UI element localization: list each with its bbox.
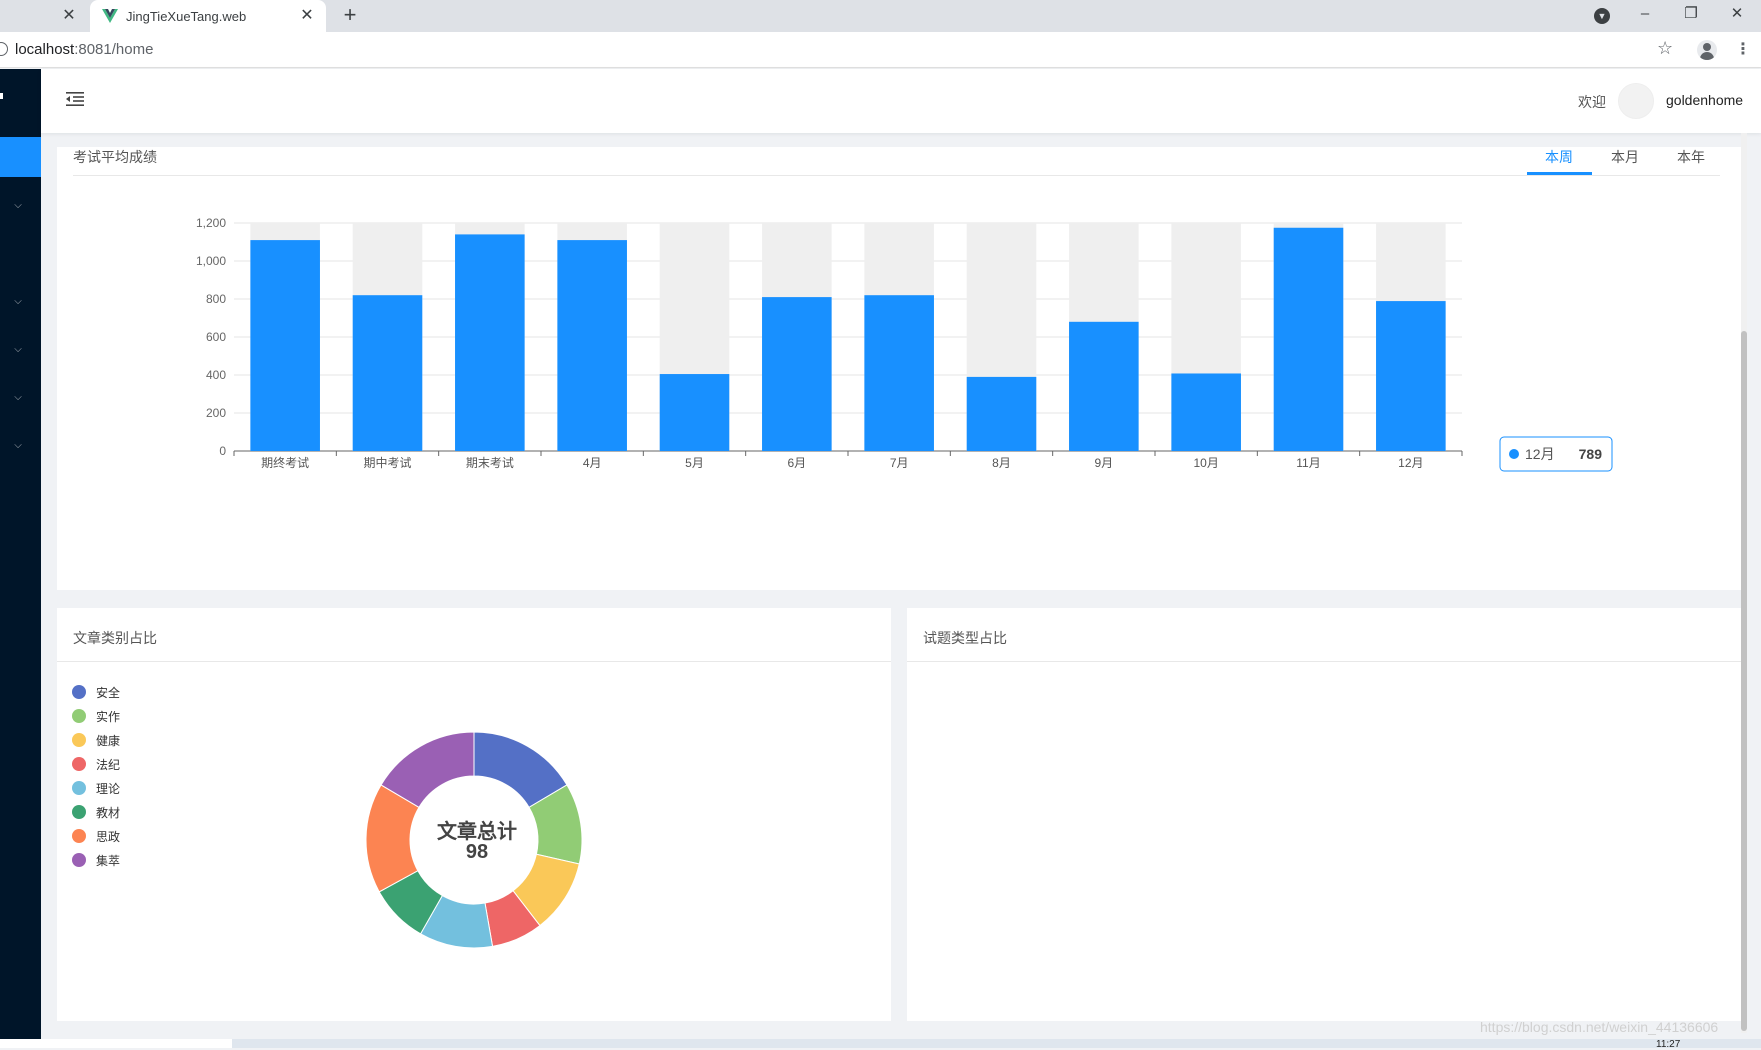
exam-average-bar-chart: 0 200 400 600 800 1,000 1,200 期终考试 期中考试 期末考试 4月 5月 6… [196,216,1613,472]
x-tick-label: 9月 [1094,456,1113,470]
url-field[interactable]: localhost:8081/home [15,41,153,58]
taskbar-search[interactable] [0,1039,232,1048]
browser-menu-icon[interactable]: ⋮ [1735,39,1751,59]
menu-fold-icon[interactable] [66,91,84,107]
chevron-down-icon[interactable]: ⌵ [11,343,25,357]
tooltip-label: 12月 [1525,446,1555,462]
browser-tab-previous[interactable]: ✕ [0,0,88,32]
bar [659,374,730,451]
taskbar-clock: 11:27 [1656,1039,1681,1050]
minimize-button[interactable]: – [1622,0,1668,30]
exam-average-card: 考试平均成绩 本周 本月 本年 0 200 400 600 800 1,000 1,200 期… [57,147,1745,590]
bar [352,295,423,451]
x-tick-label: 11月 [1296,456,1320,470]
bar [1171,373,1241,451]
address-bar: localhost:8081/home ☆ ⋮ [0,32,1761,68]
y-tick-label: 600 [206,330,226,344]
close-tab-icon[interactable]: ✕ [298,7,316,25]
tooltip-value: 789 [1579,446,1603,462]
sidebar: ⌵ ⌵ ⌵ ⌵ ⌵ [0,69,41,1039]
x-tick-label: 4月 [583,456,602,470]
x-tick-label: 期中考试 [363,455,411,470]
chevron-down-icon[interactable]: ⌵ [11,439,25,453]
y-tick-label: 1,200 [196,216,226,230]
x-tick-label: 8月 [992,456,1011,470]
username[interactable]: goldenhome [1666,92,1743,108]
new-tab-button[interactable]: + [338,4,362,28]
restore-button[interactable]: ❐ [1668,0,1714,30]
url-host: localhost [15,41,75,58]
tooltip-dot [1509,449,1519,459]
x-tick-label: 6月 [787,456,806,470]
bar [762,297,832,451]
welcome-text: 欢迎 [1578,94,1606,110]
avatar[interactable] [1618,83,1654,119]
y-tick-label: 1,000 [196,254,226,268]
browser-tab-title: JingTieXueTang.web [126,8,247,24]
bookmark-star-icon[interactable]: ☆ [1657,38,1673,59]
tab-search-icon[interactable]: ▼ [1594,8,1610,24]
site-info-icon[interactable] [0,42,8,56]
x-tick-label: 期终考试 [261,455,309,470]
donut-center-label: 文章总计 [437,819,517,843]
taskbar [0,1039,1761,1048]
article-category-card: 文章类别占比 安全 实作 健康 法纪 理论 教材 思政 集萃 文章总计 98 [57,608,891,1021]
chevron-down-icon[interactable]: ⌵ [11,391,25,405]
close-tab-icon[interactable]: ✕ [60,7,78,25]
x-tick-label: 7月 [890,456,909,470]
x-tick-label: 10月 [1193,456,1218,470]
bar [966,376,1037,451]
question-type-card: 试题类型占比 [907,608,1741,1021]
chevron-down-icon[interactable]: ⌵ [11,199,25,213]
bar [455,234,525,451]
x-tick-label: 5月 [685,456,704,470]
article-category-donut-chart: 文章总计98 [365,731,583,949]
browser-tab-active[interactable]: JingTieXueTang.web ✕ [90,0,326,32]
bar [1273,227,1344,451]
bar [1069,321,1139,451]
y-tick-label: 0 [219,444,226,458]
scrollbar-thumb[interactable] [1741,331,1747,1031]
y-tick-label: 200 [206,406,226,420]
chart-tooltip: 12月 789 [1499,436,1613,472]
question-type-title: 试题类型占比 [923,630,1007,646]
card-divider [907,661,1741,662]
x-tick-label: 期末考试 [466,455,514,470]
browser-tab-strip: ✕ JingTieXueTang.web ✕ + ▼ – ❐ ✕ [0,0,1761,32]
vue-logo-icon [102,9,118,23]
bar [1376,301,1446,451]
donut-center-value: 98 [466,841,488,863]
profile-icon[interactable] [1697,40,1717,60]
bar [864,295,934,451]
bar [557,240,627,451]
close-window-button[interactable]: ✕ [1714,0,1760,30]
x-tick-label: 12月 [1398,456,1423,470]
chevron-down-icon[interactable]: ⌵ [11,295,25,309]
logo [0,93,3,99]
watermark: https://blog.csdn.net/weixin_44136606 [1480,1019,1719,1035]
y-tick-label: 800 [206,292,226,306]
bar [250,240,320,451]
app-header: 欢迎 goldenhome [41,69,1761,133]
url-path: :8081/home [74,41,154,58]
sidebar-item-home[interactable] [0,137,41,177]
y-tick-label: 400 [206,368,226,382]
